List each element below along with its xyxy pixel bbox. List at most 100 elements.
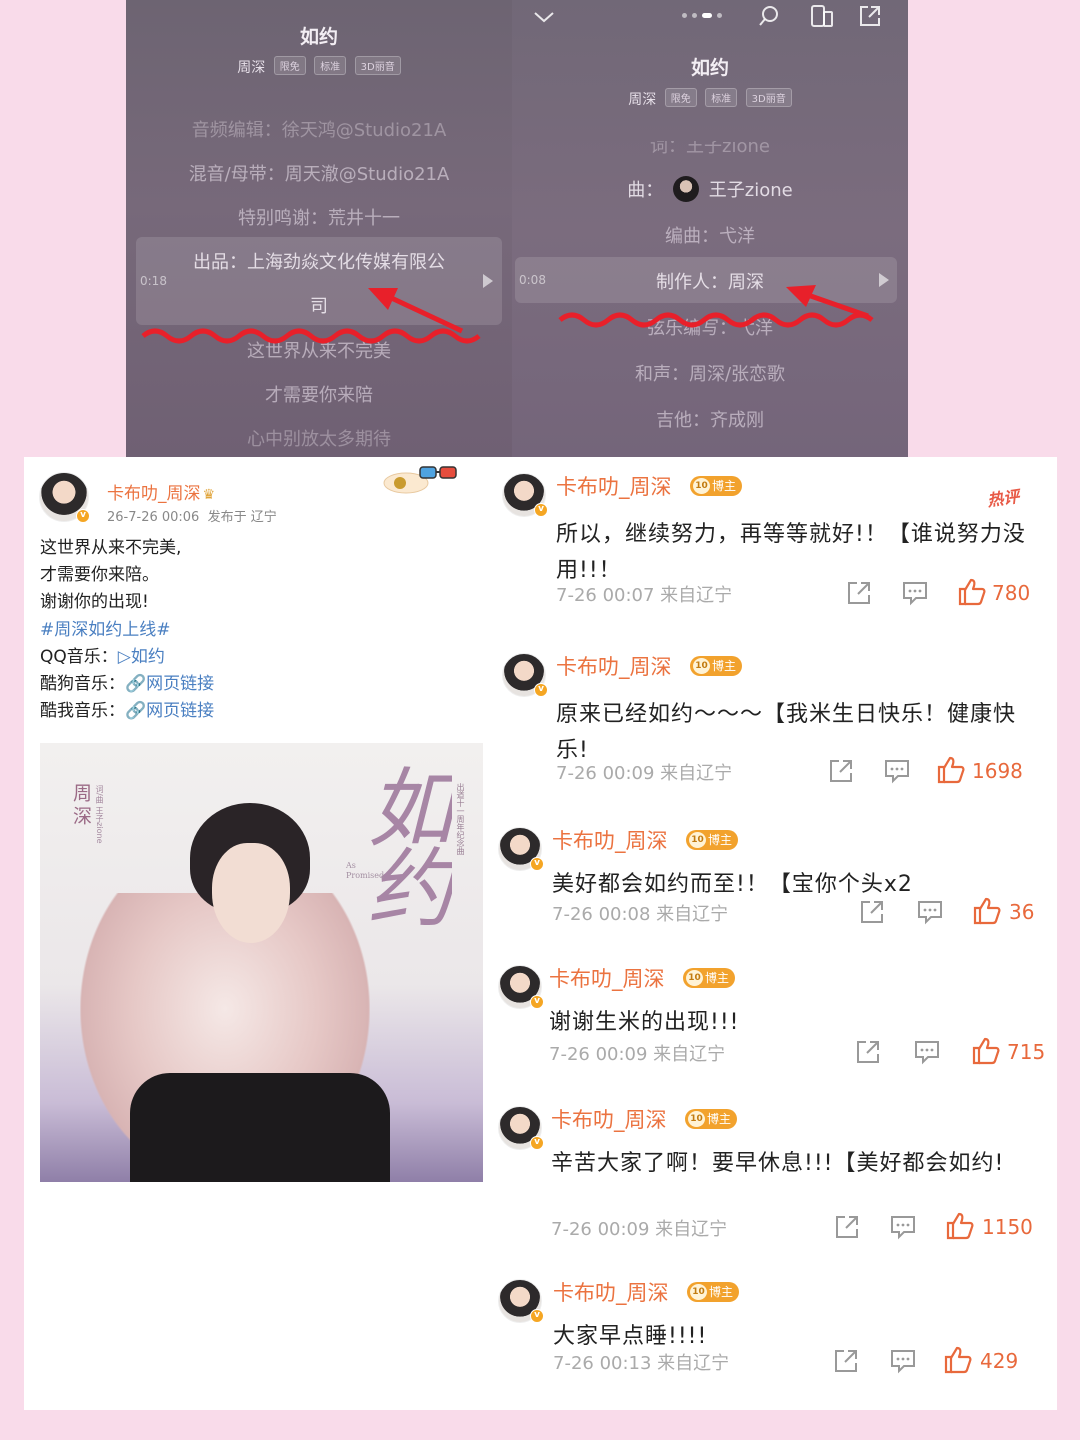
kugou-row: 酷狗音乐：🔗网页链接 (40, 671, 214, 698)
comment-icon[interactable] (917, 899, 943, 925)
current-time: 0:18 (140, 274, 167, 288)
qq-music-label: QQ音乐： (40, 646, 118, 667)
repost-icon[interactable] (846, 580, 872, 606)
like-count: 715 (1007, 1040, 1046, 1064)
verified-badge-icon: v (530, 1136, 544, 1150)
device-icon[interactable] (810, 4, 834, 28)
qq-music-link[interactable]: ▷如约 (118, 647, 165, 667)
like-thumb-icon[interactable] (957, 577, 987, 607)
verified-badge-icon: v (76, 509, 90, 523)
repost-icon[interactable] (834, 1214, 860, 1240)
repost-icon[interactable] (828, 758, 854, 784)
tag-free: 限免 (664, 88, 697, 107)
comment-icon[interactable] (890, 1348, 916, 1374)
share-icon[interactable] (858, 4, 882, 28)
comment-username[interactable]: 卡布叻_周深 (556, 471, 672, 501)
comment-username[interactable]: 卡布叻_周深 (553, 1277, 669, 1307)
comment-icon[interactable] (902, 580, 928, 606)
verified-badge-icon: v (534, 683, 548, 697)
kugou-label: 酷狗音乐： (40, 674, 125, 695)
blogger-badge: 博主 (683, 968, 736, 988)
composer-label: 曲： (627, 180, 664, 201)
credit-line-current-cont: 司 (310, 296, 328, 317)
crown-icon: ♛ (202, 487, 216, 503)
hot-comment-tag: 热评 (986, 486, 1021, 511)
kuwo-link[interactable]: 网页链接 (146, 701, 214, 721)
repost-icon[interactable] (859, 899, 885, 925)
like-thumb-icon[interactable] (945, 1211, 975, 1241)
link-icon: 🔗 (125, 701, 147, 722)
hashtag-link[interactable]: #周深如约上线# (40, 617, 214, 644)
comment-time: 7-26 00:07 来自辽宁 (556, 585, 733, 606)
song-meta: 周深 限免 标准 3D丽音 (512, 88, 908, 109)
comment-time: 7-26 00:09 来自辽宁 (556, 763, 733, 784)
like-count: 36 (1009, 900, 1035, 924)
comment-icon[interactable] (884, 758, 910, 784)
comment-username[interactable]: 卡布叻_周深 (551, 1104, 667, 1134)
comment-username[interactable]: 卡布叻_周深 (552, 825, 668, 855)
cover-english-title: As Promised (346, 861, 385, 880)
cover-face (212, 843, 290, 943)
lyrics-player-left: 如约 周深 限免 标准 3D丽音 音频编辑：徐天鸿@Studio21A 混音/母… (126, 0, 512, 457)
comment-time: 7-26 00:08 来自辽宁 (552, 904, 729, 925)
repost-icon[interactable] (855, 1039, 881, 1065)
post-username-text[interactable]: 卡布叻_周深 (107, 484, 201, 504)
verified-badge-icon: v (530, 1309, 544, 1323)
like-count: 429 (980, 1349, 1019, 1373)
guitar-line: 吉他：齐成刚 (656, 410, 764, 431)
like-thumb-icon[interactable] (971, 1036, 1001, 1066)
composer-avatar[interactable] (673, 176, 700, 202)
tag-quality[interactable]: 标准 (705, 88, 738, 107)
kuwo-row: 酷我音乐：🔗网页链接 (40, 698, 214, 725)
post-line: 这世界从来不完美, (40, 538, 182, 558)
tag-sound[interactable]: 3D丽音 (745, 88, 792, 107)
like-thumb-icon[interactable] (972, 896, 1002, 926)
like-thumb-icon[interactable] (936, 755, 966, 785)
post-time: 26-7-26 00:06 发布于 辽宁 (107, 506, 277, 525)
tag-sound[interactable]: 3D丽音 (354, 56, 401, 75)
post-username[interactable]: 卡布叻_周深 ♛ (107, 479, 215, 504)
kuwo-label: 酷我音乐： (40, 701, 125, 722)
weibo-card: v 卡布叻_周深 ♛ 26-7-26 00:06 发布于 辽宁 这世界从来不完美,… (24, 457, 1057, 1410)
post-body: 这世界从来不完美, 才需要你来陪。 谢谢你的出现! #周深如约上线# QQ音乐：… (40, 535, 214, 725)
comment-time: 7-26 00:09 来自辽宁 (549, 1044, 726, 1065)
blogger-badge: 博主 (690, 476, 743, 496)
kugou-link[interactable]: 网页链接 (146, 674, 214, 694)
comment-username[interactable]: 卡布叻_周深 (549, 963, 665, 993)
repost-icon[interactable] (833, 1348, 859, 1374)
producer-line-current: 制作人：周深 (656, 272, 764, 293)
comment-icon[interactable] (890, 1214, 916, 1240)
tag-free: 限免 (273, 56, 306, 75)
blogger-badge: 博主 (686, 830, 739, 850)
page-dots-indicator (682, 13, 722, 18)
cover-title: 如约 (352, 763, 452, 923)
artist-name[interactable]: 周深 (237, 60, 265, 76)
blogger-badge: 博主 (687, 1282, 740, 1302)
comment-text: 美好都会如约而至!！【宝你个头x2 (552, 872, 913, 897)
cover-credit: 词/曲 王子zione (95, 785, 104, 844)
blogger-badge: 博主 (685, 1109, 738, 1129)
comment-username[interactable]: 卡布叻_周深 (556, 651, 672, 681)
song-title: 如约 (690, 57, 729, 79)
tag-quality[interactable]: 标准 (314, 56, 347, 75)
blogger-badge: 博主 (690, 656, 743, 676)
verified-badge-icon: v (530, 995, 544, 1009)
like-thumb-icon[interactable] (943, 1345, 973, 1375)
lyric-line: 才需要你来陪 (265, 385, 373, 406)
comment-icon[interactable] (914, 1039, 940, 1065)
search-icon[interactable] (758, 4, 782, 28)
artist-name[interactable]: 周深 (628, 92, 656, 108)
composer-name[interactable]: 王子zione (709, 180, 793, 201)
album-cover-image[interactable]: 周深 词/曲 王子zione 如约 As Promised 出道十一周年纪念曲 (40, 743, 483, 1182)
credit-line-current: 出品：上海劲焱文化传媒有限公 (193, 252, 445, 273)
collapse-chevron-icon[interactable] (532, 8, 556, 26)
post-location: 发布于 辽宁 (207, 510, 277, 525)
post-line: 谢谢你的出现! (40, 592, 149, 613)
lyrics-player-right: 如约 周深 限免 标准 3D丽音 词：王子zione 曲： 王子zione 编曲… (512, 0, 908, 457)
verified-badge-icon: v (534, 503, 548, 517)
arranger-line: 编曲：弋洋 (665, 226, 755, 247)
play-from-line-icon[interactable] (483, 274, 493, 288)
verified-badge-icon: v (530, 857, 544, 871)
post-time-text: 26-7-26 00:06 (107, 510, 200, 525)
lyric-line: 心中别放太多期待 (247, 429, 391, 450)
